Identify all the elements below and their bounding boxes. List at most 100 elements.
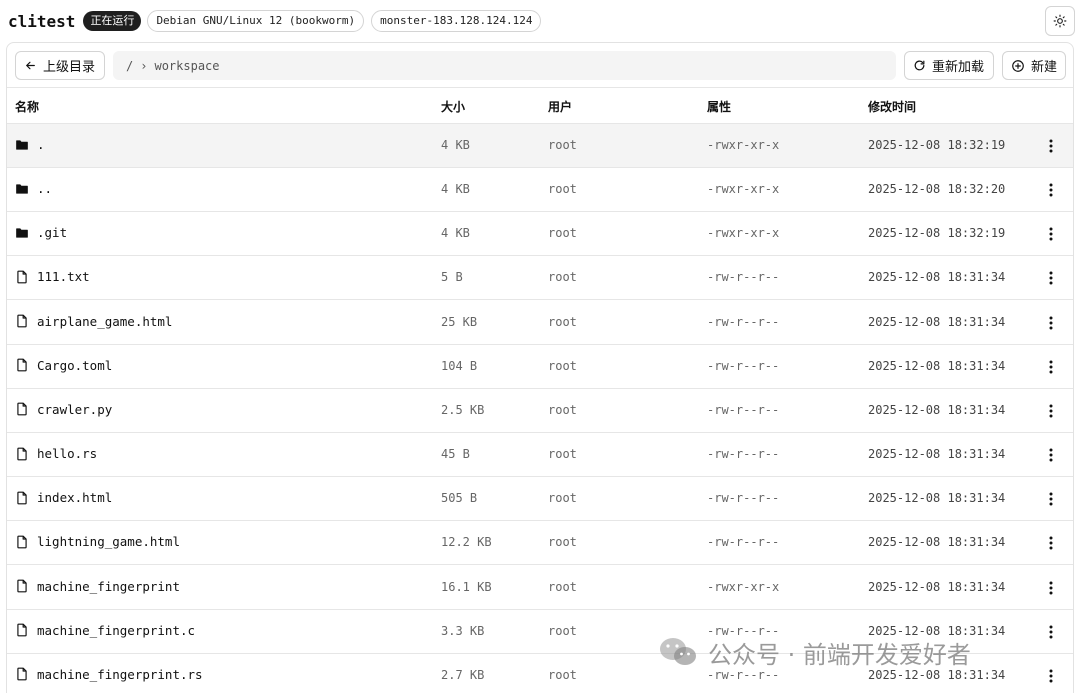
column-size[interactable]: 大小 — [441, 98, 465, 115]
column-user[interactable]: 用户 — [548, 98, 572, 115]
reload-button[interactable]: 重新加载 — [904, 51, 994, 80]
table-row[interactable]: .. 4 KB root -rwxr-xr-x 2025-12-08 18:32:20 — [7, 168, 1073, 213]
path-current[interactable]: workspace — [154, 59, 219, 73]
more-vertical-icon[interactable] — [1043, 313, 1059, 333]
file-permissions: -rw-r--r-- — [707, 402, 780, 417]
folder-icon — [15, 183, 29, 195]
file-name-cell[interactable]: . — [15, 137, 45, 152]
file-modified-time: 2025-12-08 18:31:34 — [868, 358, 1006, 373]
file-name-cell[interactable]: crawler.py — [15, 402, 112, 417]
more-vertical-icon[interactable] — [1043, 224, 1059, 244]
more-vertical-icon[interactable] — [1043, 401, 1059, 421]
top-bar: clitest 正在运行 Debian GNU/Linux 12 (bookwo… — [0, 0, 1080, 42]
file-owner: root — [548, 358, 577, 373]
file-icon — [15, 535, 29, 549]
reload-label: 重新加载 — [932, 60, 985, 75]
more-vertical-icon[interactable] — [1043, 622, 1059, 642]
table-row[interactable]: . 4 KB root -rwxr-xr-x 2025-12-08 18:32:19 — [7, 124, 1073, 168]
watermark: 公众号 · 前端开发爱好者 — [656, 630, 971, 674]
plus-circle-icon — [1012, 59, 1024, 72]
file-name-cell[interactable]: Cargo.toml — [15, 358, 112, 373]
table-row[interactable]: hello.rs 45 B root -rw-r--r-- 2025-12-08 18:… — [7, 433, 1073, 478]
file-owner: root — [548, 226, 577, 241]
file-icon — [15, 667, 29, 681]
file-owner: root — [548, 535, 577, 550]
more-vertical-icon[interactable] — [1043, 533, 1059, 553]
table-row[interactable]: airplane_game.html 25 KB root -rw-r--r-- 202… — [7, 301, 1073, 345]
column-name[interactable]: 名称 — [15, 98, 39, 115]
file-name: airplane_game.html — [37, 313, 173, 329]
file-icon — [15, 358, 29, 372]
file-permissions: -rw-r--r-- — [707, 314, 780, 329]
more-vertical-icon[interactable] — [1043, 357, 1059, 377]
file-name-cell[interactable]: machine_fingerprint.c — [15, 623, 195, 638]
file-modified-time: 2025-12-08 18:31:34 — [868, 270, 1006, 285]
file-size: 4 KB — [441, 182, 470, 197]
arrow-left-icon — [26, 61, 35, 70]
file-size: 3.3 KB — [441, 623, 485, 638]
file-owner: root — [548, 138, 577, 152]
file-size: 45 B — [441, 447, 470, 462]
file-icon — [15, 579, 29, 593]
more-vertical-icon[interactable] — [1043, 268, 1059, 288]
file-size: 104 B — [441, 358, 478, 373]
file-name: crawler.py — [37, 401, 113, 417]
table-row[interactable]: index.html 505 B root -rw-r--r-- 2025-12-08 … — [7, 477, 1073, 522]
file-owner: root — [548, 270, 577, 285]
file-size: 2.5 KB — [441, 402, 485, 417]
table-row[interactable]: lightning_game.html 12.2 KB root -rw-r--r--… — [7, 521, 1073, 566]
file-size: 12.2 KB — [441, 535, 492, 550]
file-permissions: -rw-r--r-- — [707, 535, 780, 550]
chevron-right-icon: › — [140, 58, 148, 73]
file-name: . — [37, 137, 45, 152]
file-icon — [15, 402, 29, 416]
file-name-cell[interactable]: 111.txt — [15, 269, 90, 284]
os-badge: Debian GNU/Linux 12 (bookworm) — [147, 10, 365, 32]
file-name-cell[interactable]: airplane_game.html — [15, 314, 172, 329]
file-permissions: -rwxr-xr-x — [707, 226, 780, 241]
file-permissions: -rw-r--r-- — [707, 270, 780, 285]
sun-icon — [1053, 14, 1067, 28]
more-vertical-icon[interactable] — [1043, 578, 1059, 598]
file-modified-time: 2025-12-08 18:31:34 — [868, 491, 1006, 506]
file-name-cell[interactable]: .git — [15, 225, 67, 240]
file-permissions: -rw-r--r-- — [707, 491, 780, 506]
file-name-cell[interactable]: lightning_game.html — [15, 534, 180, 549]
toolbar: 上级目录 / › workspace 重新加载 新建 — [7, 43, 1073, 87]
file-name-cell[interactable]: index.html — [15, 490, 112, 505]
table-row[interactable]: 111.txt 5 B root -rw-r--r-- 2025-12-08 18:31… — [7, 256, 1073, 301]
file-modified-time: 2025-12-08 18:31:34 — [868, 402, 1006, 417]
file-name: index.html — [37, 490, 113, 506]
file-name-cell[interactable]: machine_fingerprint — [15, 579, 180, 594]
file-size: 5 B — [441, 270, 463, 285]
file-owner: root — [548, 314, 577, 329]
table-row[interactable]: crawler.py 2.5 KB root -rw-r--r-- 2025-12-08… — [7, 389, 1073, 433]
more-vertical-icon[interactable] — [1043, 180, 1059, 200]
file-owner: root — [548, 579, 577, 594]
path-root[interactable]: / — [126, 59, 133, 73]
file-modified-time: 2025-12-08 18:32:19 — [868, 138, 1006, 152]
file-modified-time: 2025-12-08 18:32:20 — [868, 182, 1006, 197]
folder-icon — [15, 227, 29, 239]
more-vertical-icon[interactable] — [1043, 666, 1059, 686]
table-row[interactable]: machine_fingerprint 16.1 KB root -rwxr-xr-x… — [7, 566, 1073, 610]
file-name-cell[interactable]: .. — [15, 181, 52, 196]
path-breadcrumb[interactable]: / › workspace — [113, 51, 896, 80]
theme-toggle-button[interactable] — [1045, 6, 1075, 36]
file-icon — [15, 491, 29, 505]
column-modified[interactable]: 修改时间 — [868, 98, 916, 115]
file-modified-time: 2025-12-08 18:31:34 — [868, 535, 1006, 550]
file-permissions: -rwxr-xr-x — [707, 182, 780, 197]
file-name: .git — [37, 225, 68, 241]
parent-directory-button[interactable]: 上级目录 — [15, 51, 105, 80]
file-name-cell[interactable]: hello.rs — [15, 446, 97, 461]
new-button[interactable]: 新建 — [1002, 51, 1066, 80]
parent-directory-label: 上级目录 — [43, 60, 96, 75]
more-vertical-icon[interactable] — [1043, 489, 1059, 509]
column-permissions[interactable]: 属性 — [707, 98, 731, 115]
file-name-cell[interactable]: machine_fingerprint.rs — [15, 667, 203, 682]
more-vertical-icon[interactable] — [1043, 136, 1059, 156]
more-vertical-icon[interactable] — [1043, 445, 1059, 465]
table-row[interactable]: .git 4 KB root -rwxr-xr-x 2025-12-08 18:32:1… — [7, 212, 1073, 257]
table-row[interactable]: Cargo.toml 104 B root -rw-r--r-- 2025-12-08 … — [7, 345, 1073, 389]
